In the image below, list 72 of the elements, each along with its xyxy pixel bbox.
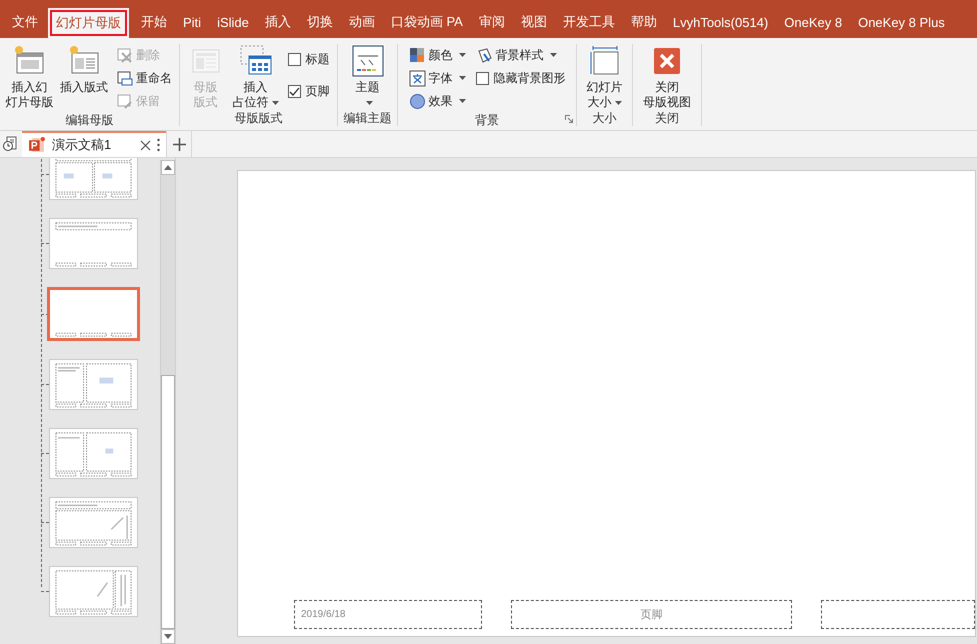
checkbox[interactable] — [476, 72, 488, 84]
slide-thumbnail[interactable] — [49, 497, 138, 548]
ribbon-button[interactable]: 主题 — [346, 44, 390, 110]
scrollbar-thumb[interactable] — [161, 375, 175, 629]
checkbox-label: 页脚 — [306, 83, 330, 100]
menu-tab[interactable]: 口袋动画 PA — [382, 8, 471, 38]
ribbon-button[interactable]: 插入 占位符 — [230, 44, 282, 110]
menu-tab[interactable]: 动画 — [340, 8, 383, 38]
slide-thumbnail[interactable] — [49, 359, 138, 410]
scroll-down-button[interactable] — [161, 629, 175, 644]
menu-tab[interactable]: iSlide — [209, 8, 257, 38]
down-arrow-icon — [164, 634, 172, 639]
ribbon-button[interactable]: 背景样式 — [474, 44, 568, 66]
placeholder-text: 2019/6/18 — [301, 609, 346, 620]
group-label: 母版版式 — [234, 110, 284, 127]
menu-tab[interactable]: 开发工具 — [554, 8, 623, 38]
font-icon — [408, 70, 426, 86]
slide-thumbnail[interactable] — [49, 428, 138, 479]
group-label: 大小 — [592, 110, 618, 127]
presentation-icon — [28, 136, 46, 154]
menu-tab[interactable]: 插入 — [256, 8, 299, 38]
ribbon-button[interactable]: 颜色 — [406, 44, 468, 66]
menu-tab[interactable]: OneKey 8 Plus — [850, 8, 953, 38]
ribbon-button[interactable]: 插入版式 — [58, 44, 110, 112]
scroll-up-button[interactable] — [161, 160, 175, 175]
checkbox-label: 标题 — [306, 51, 330, 68]
slide-thumbnail[interactable] — [49, 566, 138, 617]
document-tab[interactable]: 演示文稿1 — [22, 131, 166, 157]
slide-thumbnail[interactable] — [49, 218, 138, 269]
caret-icon — [458, 99, 466, 103]
menu-tab[interactable]: 开始 — [133, 8, 175, 38]
group-label: 背景 — [474, 112, 500, 129]
delete-icon — [116, 46, 133, 64]
menu-tab[interactable]: LvyhTools(0514) — [664, 8, 776, 38]
menu-tab[interactable]: 幻灯片母版 — [48, 8, 129, 38]
theme-swatch-icon — [350, 44, 384, 78]
more-icon[interactable] — [157, 138, 160, 152]
caret-icon — [614, 100, 622, 105]
caret-icon — [458, 76, 466, 80]
slide-thumbnail[interactable] — [47, 287, 140, 341]
dialog-launcher-icon[interactable] — [565, 115, 573, 123]
color-squares-icon — [408, 46, 426, 64]
menu-tab[interactable]: 视图 — [512, 8, 555, 38]
checkbox[interactable] — [288, 53, 300, 66]
circle-icon — [408, 92, 426, 110]
placeholder-text: 页脚 — [640, 608, 662, 622]
close-icon[interactable] — [140, 140, 151, 150]
caret-icon — [458, 53, 466, 57]
menu-tab[interactable]: 帮助 — [622, 8, 665, 38]
ribbon-button[interactable]: 字体 — [406, 67, 468, 89]
up-arrow-icon — [164, 165, 172, 170]
menu-tab[interactable]: 切换 — [298, 8, 341, 38]
menu-tab[interactable]: 文件 — [4, 8, 46, 38]
slide-thumbnail[interactable] — [49, 158, 138, 200]
caret-icon — [366, 100, 372, 105]
caret-icon — [272, 100, 278, 105]
checkbox[interactable] — [288, 85, 300, 98]
group-label: 编辑主题 — [342, 110, 392, 127]
group-label: 关闭 — [654, 110, 680, 127]
ribbon-button[interactable]: 效果 — [406, 90, 468, 112]
group-label: 编辑母版 — [64, 112, 114, 129]
menu-tab[interactable]: Piti — [175, 8, 210, 38]
ribbon-button[interactable]: 重命名 — [114, 67, 174, 89]
ribbon-button[interactable]: 关闭 母版视图 — [640, 44, 694, 110]
caret-icon — [550, 53, 556, 57]
menu-tab[interactable]: OneKey 8 — [776, 8, 850, 38]
rename-icon — [116, 70, 133, 86]
ribbon-button[interactable]: 幻灯片 大小 — [582, 44, 626, 110]
add-icon[interactable] — [172, 138, 186, 150]
menu-tab[interactable]: 审阅 — [470, 8, 513, 38]
checkbox-label: 隐藏背景图形 — [494, 70, 566, 86]
ribbon-button[interactable]: 插入幻 灯片母版 — [3, 44, 56, 112]
